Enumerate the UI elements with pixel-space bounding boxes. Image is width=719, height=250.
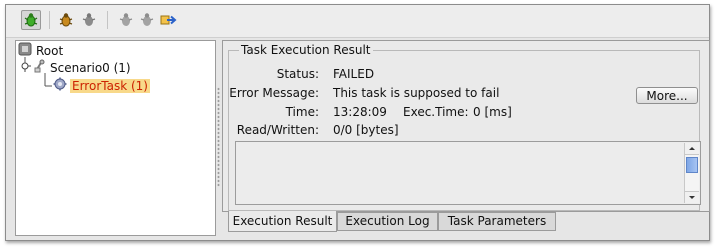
exec-time-label: Exec.Time: xyxy=(403,105,469,119)
scenario-tree: Root Scenario0 (1) ErrorTask (1) xyxy=(15,40,216,236)
more-button[interactable]: More... xyxy=(636,87,698,104)
tree-item-label: Scenario0 (1) xyxy=(50,60,131,75)
toolbar-separator xyxy=(107,11,108,29)
tab-execution-log[interactable]: Execution Log xyxy=(337,212,438,231)
tree-item-scenario[interactable]: Scenario0 (1) xyxy=(19,59,131,76)
error-message-label: Error Message: xyxy=(229,86,319,100)
tab-execution-result[interactable]: Execution Result xyxy=(228,211,337,232)
scroll-thumb[interactable] xyxy=(686,157,698,173)
tab-task-parameters[interactable]: Task Parameters xyxy=(438,212,556,231)
tree-item-label-selected: ErrorTask (1) xyxy=(70,78,150,93)
execution-result-panel: Task Execution Result Status: FAILED Err… xyxy=(222,40,710,212)
read-written-label: Read/Written: xyxy=(236,123,319,137)
split-pane-divider[interactable] xyxy=(217,87,220,187)
task-window: Root Scenario0 (1) ErrorTask (1) Task Ex… xyxy=(5,4,710,241)
toolbar xyxy=(6,5,709,38)
scenario-icon xyxy=(33,59,47,76)
error-message-value: This task is supposed to fail xyxy=(333,86,500,100)
status-label: Status: xyxy=(276,67,319,81)
scroll-down-icon[interactable] xyxy=(685,191,699,203)
vertical-scrollbar[interactable] xyxy=(684,143,699,203)
exec-time-value: 0 [ms] xyxy=(473,105,512,119)
bug-gray-icon[interactable] xyxy=(116,10,136,30)
bug-run-icon[interactable] xyxy=(56,10,76,30)
status-value: FAILED xyxy=(333,67,375,81)
read-written-value: 0/0 [bytes] xyxy=(333,123,399,137)
tree-item-errortask[interactable]: ErrorTask (1) xyxy=(53,77,150,94)
error-details-textarea[interactable] xyxy=(235,141,701,205)
bug-disabled-icon[interactable] xyxy=(79,10,99,30)
expand-toggle-icon[interactable] xyxy=(19,60,31,75)
time-label: Time: xyxy=(285,105,319,119)
bug-icon[interactable] xyxy=(21,10,41,30)
time-value: 13:28:09 xyxy=(333,105,387,119)
scroll-up-icon[interactable] xyxy=(685,143,699,155)
export-arrow-icon[interactable] xyxy=(159,10,179,30)
bug-gray-icon[interactable] xyxy=(137,10,157,30)
gear-task-icon xyxy=(53,77,67,94)
toolbar-separator xyxy=(49,11,50,29)
group-title: Task Execution Result xyxy=(239,43,373,57)
